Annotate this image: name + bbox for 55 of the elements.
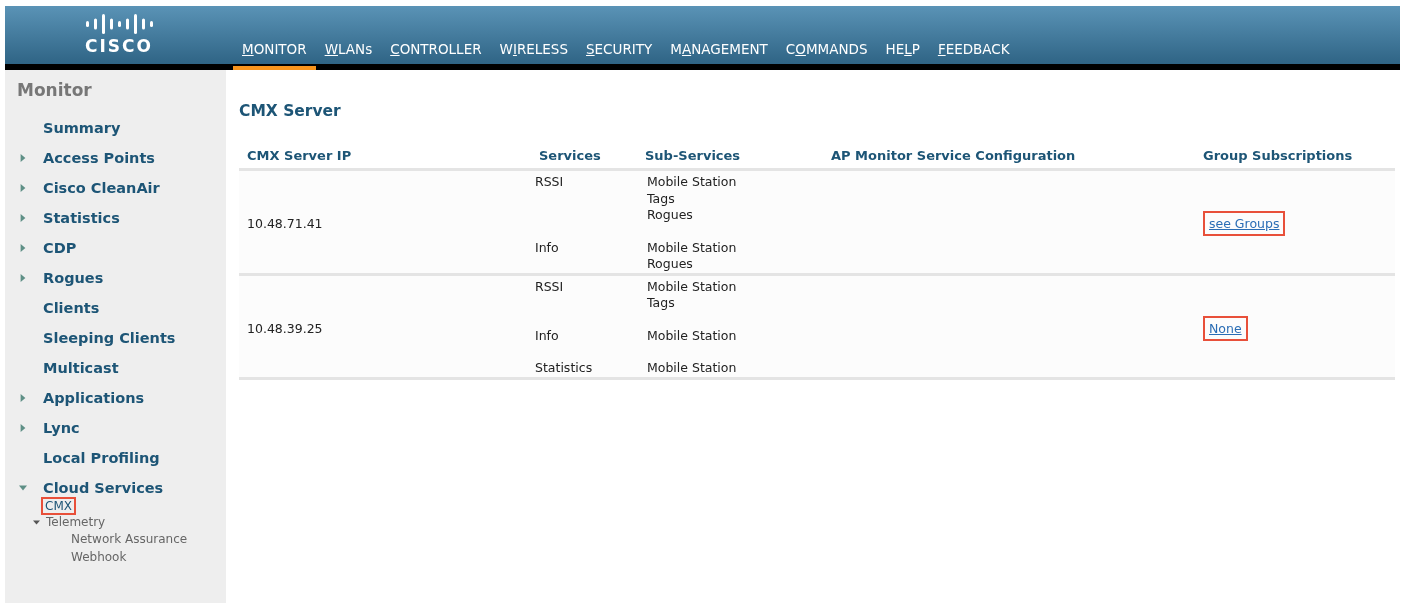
collapsed-arrow-icon[interactable]	[19, 273, 27, 283]
group-link[interactable]: see Groups	[1203, 211, 1286, 237]
sidebar-item[interactable]: Sleeping Clients	[43, 330, 176, 346]
sub-service-name: Rogues	[647, 207, 694, 224]
menu-tab[interactable]: MANAGEMENT	[661, 41, 777, 70]
collapsed-arrow-icon[interactable]	[19, 243, 27, 253]
menu-tab[interactable]: HELP	[876, 41, 929, 70]
sub-service-name: Mobile Station	[647, 174, 738, 191]
service-name: Statistics	[535, 360, 594, 377]
sub-service-name: Mobile Station	[647, 278, 738, 295]
sidebar-item[interactable]: Cloud Services	[43, 480, 164, 496]
sidebar-item[interactable]: Rogues	[43, 270, 104, 286]
sub-service-name: Rogues	[647, 256, 694, 273]
service-name: RSSI	[535, 174, 565, 191]
sub-service-name: Tags	[647, 190, 676, 207]
sidebar-item[interactable]: Access Points	[43, 150, 155, 166]
menu-tab[interactable]: MONITOR	[233, 41, 316, 70]
collapsed-arrow-icon[interactable]	[19, 393, 27, 403]
sidebar-item[interactable]: Clients	[43, 300, 100, 316]
collapsed-arrow-icon[interactable]	[19, 423, 27, 433]
menu-tab[interactable]: CONTROLLER	[381, 41, 491, 70]
expanded-arrow-icon[interactable]	[19, 483, 27, 493]
service-name: Info	[535, 327, 560, 344]
sidebar-subitem[interactable]: Webhook	[5, 548, 226, 566]
menu-tab[interactable]: SECURITY	[577, 41, 662, 70]
sidebar-item[interactable]: Local Profiling	[43, 450, 160, 466]
group-link[interactable]: None	[1203, 315, 1248, 341]
sidebar-title: Monitor	[16, 80, 93, 100]
sub-service-name: Mobile Station	[647, 239, 738, 256]
sidebar-item[interactable]: Summary	[43, 120, 121, 136]
collapsed-arrow-icon[interactable]	[19, 183, 27, 193]
sub-service-name: Mobile Station	[647, 360, 738, 377]
sidebar-subitem[interactable]: Network Assurance	[5, 530, 226, 548]
menu-tab[interactable]: FEEDBACK	[928, 41, 1019, 70]
page-title: CMX Server	[239, 102, 342, 120]
sub-service-name: Mobile Station	[647, 327, 738, 344]
sidebar-item[interactable]: Multicast	[43, 360, 119, 376]
logo-text: CISCO	[85, 36, 153, 56]
logo-bars-icon	[85, 14, 153, 34]
sidebar-subitem[interactable]: Telemetry	[46, 515, 106, 529]
sidebar-item[interactable]: Lync	[43, 420, 80, 436]
collapsed-arrow-icon[interactable]	[19, 213, 27, 223]
service-name: RSSI	[535, 278, 565, 295]
expanded-arrow-icon[interactable]	[33, 518, 40, 526]
sidebar-item[interactable]: CDP	[43, 240, 77, 256]
collapsed-arrow-icon[interactable]	[19, 153, 27, 163]
menu-tab[interactable]: WIRELESS	[490, 41, 577, 70]
menu-tab[interactable]: COMMANDS	[776, 41, 877, 70]
sub-service-name: Tags	[647, 295, 676, 312]
sidebar-item[interactable]: Statistics	[43, 210, 120, 226]
sidebar-item[interactable]: Cisco CleanAir	[43, 180, 160, 196]
menu-tab[interactable]: WLANs	[315, 41, 382, 70]
sidebar-item[interactable]: Applications	[43, 390, 145, 406]
sidebar-subitem[interactable]: CMX	[41, 497, 76, 515]
service-name: Info	[535, 239, 560, 256]
